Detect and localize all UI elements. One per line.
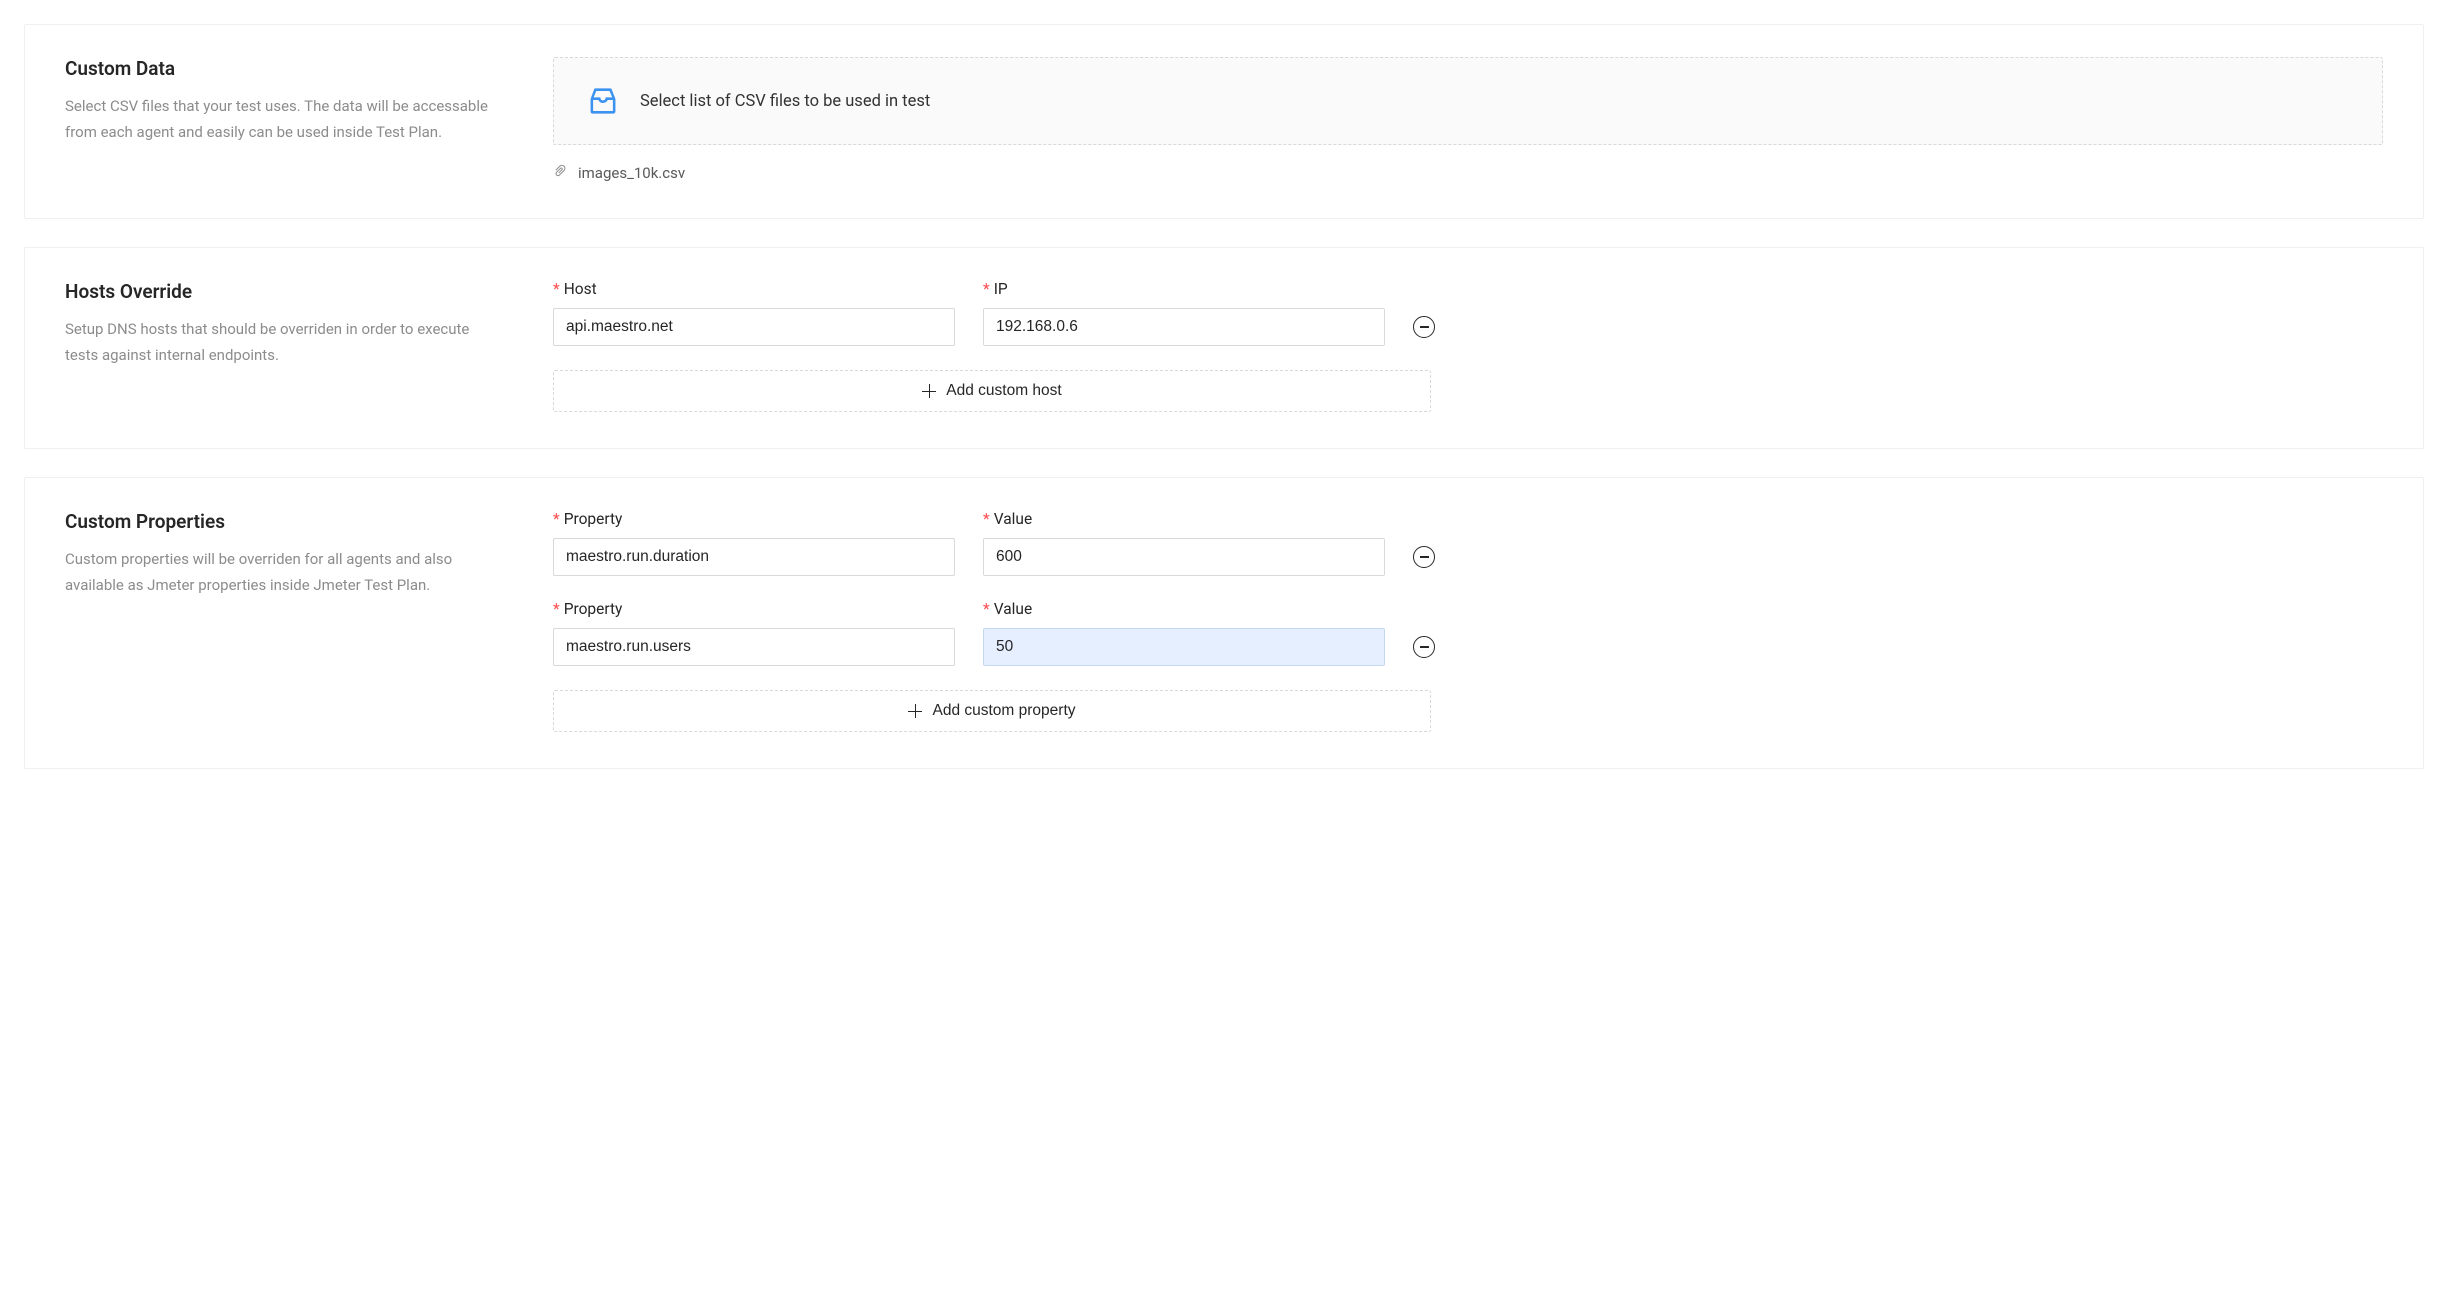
custom-properties-description: Custom properties will be overriden for … bbox=[65, 547, 505, 598]
value-label: *Value bbox=[983, 600, 1385, 618]
value-input[interactable] bbox=[983, 628, 1385, 666]
host-row: *Host *IP bbox=[553, 280, 2383, 346]
property-label: *Property bbox=[553, 510, 955, 528]
plus-icon bbox=[922, 384, 936, 398]
file-row[interactable]: images_10k.csv bbox=[553, 163, 2383, 182]
value-label: *Value bbox=[983, 510, 1385, 528]
host-input[interactable] bbox=[553, 308, 955, 346]
file-name: images_10k.csv bbox=[578, 164, 685, 182]
property-field: *Property bbox=[553, 510, 955, 576]
add-host-button[interactable]: Add custom host bbox=[553, 370, 1431, 412]
host-label: *Host bbox=[553, 280, 955, 298]
property-input[interactable] bbox=[553, 628, 955, 666]
hosts-override-title: Hosts Override bbox=[65, 280, 505, 303]
inbox-icon bbox=[586, 84, 620, 118]
ip-label: *IP bbox=[983, 280, 1385, 298]
property-input[interactable] bbox=[553, 538, 955, 576]
custom-properties-section: Custom Properties Custom properties will… bbox=[24, 477, 2424, 769]
custom-data-title: Custom Data bbox=[65, 57, 505, 80]
property-row: *Property *Value bbox=[553, 600, 2383, 666]
custom-data-section: Custom Data Select CSV files that your t… bbox=[24, 24, 2424, 219]
value-field: *Value bbox=[983, 510, 1385, 576]
dropzone-label: Select list of CSV files to be used in t… bbox=[640, 92, 930, 111]
hosts-override-section: Hosts Override Setup DNS hosts that shou… bbox=[24, 247, 2424, 449]
property-row: *Property *Value bbox=[553, 510, 2383, 576]
paperclip-icon bbox=[553, 163, 568, 182]
csv-dropzone[interactable]: Select list of CSV files to be used in t… bbox=[553, 57, 2383, 145]
remove-property-button[interactable] bbox=[1413, 546, 1435, 568]
property-field: *Property bbox=[553, 600, 955, 666]
custom-data-description: Select CSV files that your test uses. Th… bbox=[65, 94, 505, 145]
custom-properties-header: Custom Properties Custom properties will… bbox=[65, 510, 505, 732]
custom-properties-body: *Property *Value *Property *Value Add cu… bbox=[553, 510, 2383, 732]
remove-property-button[interactable] bbox=[1413, 636, 1435, 658]
hosts-override-header: Hosts Override Setup DNS hosts that shou… bbox=[65, 280, 505, 412]
ip-field: *IP bbox=[983, 280, 1385, 346]
value-field: *Value bbox=[983, 600, 1385, 666]
add-host-label: Add custom host bbox=[946, 382, 1061, 400]
custom-data-header: Custom Data Select CSV files that your t… bbox=[65, 57, 505, 182]
remove-host-button[interactable] bbox=[1413, 316, 1435, 338]
ip-input[interactable] bbox=[983, 308, 1385, 346]
add-property-button[interactable]: Add custom property bbox=[553, 690, 1431, 732]
custom-data-body: Select list of CSV files to be used in t… bbox=[553, 57, 2383, 182]
property-label: *Property bbox=[553, 600, 955, 618]
add-property-label: Add custom property bbox=[932, 702, 1075, 720]
host-field: *Host bbox=[553, 280, 955, 346]
custom-properties-title: Custom Properties bbox=[65, 510, 505, 533]
plus-icon bbox=[908, 704, 922, 718]
hosts-override-description: Setup DNS hosts that should be overriden… bbox=[65, 317, 505, 368]
hosts-override-body: *Host *IP Add custom host bbox=[553, 280, 2383, 412]
value-input[interactable] bbox=[983, 538, 1385, 576]
